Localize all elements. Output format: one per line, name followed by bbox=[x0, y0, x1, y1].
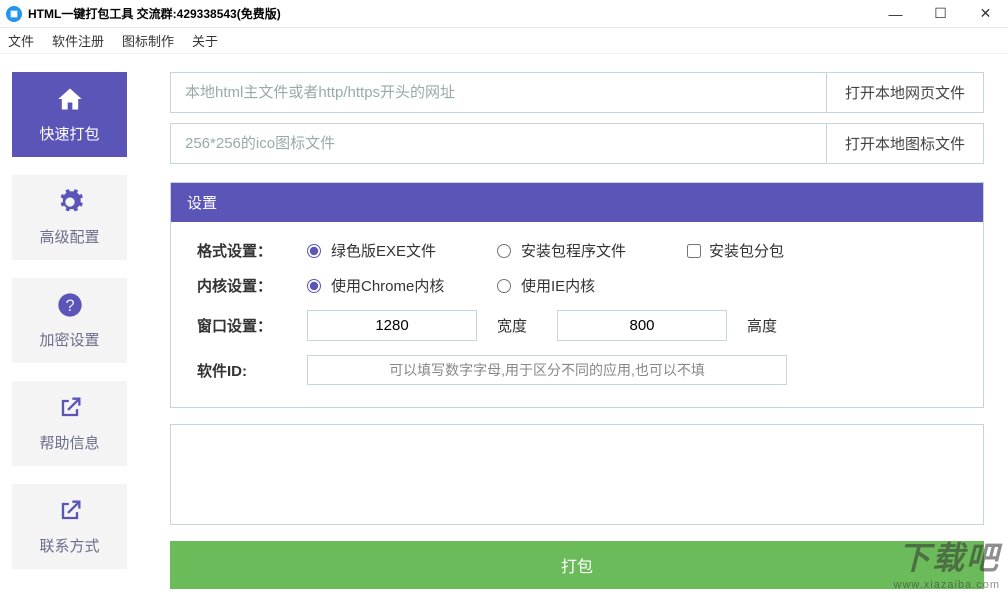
format-label: 格式设置： bbox=[197, 240, 287, 261]
maximize-button[interactable]: ☐ bbox=[918, 0, 963, 27]
sidebar-label-help: 帮助信息 bbox=[39, 432, 99, 453]
home-icon bbox=[56, 85, 84, 113]
id-setting-row: 软件ID: bbox=[197, 355, 957, 385]
sidebar-item-quick-pack[interactable]: 快速打包 bbox=[12, 72, 127, 157]
gear-icon bbox=[56, 188, 84, 216]
html-browse-button[interactable]: 打开本地网页文件 bbox=[826, 73, 983, 112]
html-input-row: 打开本地网页文件 bbox=[170, 72, 984, 113]
ico-path-input[interactable] bbox=[171, 124, 826, 163]
width-text: 宽度 bbox=[497, 315, 537, 336]
pack-button[interactable]: 打包 bbox=[170, 541, 984, 589]
ico-input-row: 打开本地图标文件 bbox=[170, 123, 984, 164]
settings-panel: 设置 格式设置： 绿色版EXE文件 安装包程序文件 安装包分包 内核设置： 使用… bbox=[170, 182, 984, 408]
share-icon bbox=[56, 497, 84, 525]
content-area: 打开本地网页文件 打开本地图标文件 设置 格式设置： 绿色版EXE文件 安装包程… bbox=[140, 54, 1008, 599]
height-text: 高度 bbox=[747, 315, 787, 336]
sidebar: 快速打包 高级配置 ? 加密设置 帮助信息 联系方式 bbox=[0, 54, 140, 599]
format-setting-row: 格式设置： 绿色版EXE文件 安装包程序文件 安装包分包 bbox=[197, 240, 957, 261]
menu-file[interactable]: 文件 bbox=[8, 31, 34, 50]
window-label: 窗口设置： bbox=[197, 315, 287, 336]
sidebar-item-contact[interactable]: 联系方式 bbox=[12, 484, 127, 569]
settings-header: 设置 bbox=[171, 183, 983, 222]
kernel-label: 内核设置： bbox=[197, 275, 287, 296]
sidebar-label-encrypt: 加密设置 bbox=[39, 329, 99, 350]
question-icon: ? bbox=[56, 291, 84, 319]
sidebar-item-help[interactable]: 帮助信息 bbox=[12, 381, 127, 466]
software-id-input[interactable] bbox=[307, 355, 787, 385]
share-icon bbox=[56, 394, 84, 422]
kernel-ie-radio[interactable]: 使用IE内核 bbox=[497, 275, 667, 296]
kernel-setting-row: 内核设置： 使用Chrome内核 使用IE内核 bbox=[197, 275, 957, 296]
svg-text:?: ? bbox=[65, 297, 74, 315]
sidebar-item-advanced[interactable]: 高级配置 bbox=[12, 175, 127, 260]
ico-browse-button[interactable]: 打开本地图标文件 bbox=[826, 124, 983, 163]
window-controls: — ☐ ✕ bbox=[873, 0, 1008, 27]
sidebar-label-quick-pack: 快速打包 bbox=[39, 123, 99, 144]
menu-icon-make[interactable]: 图标制作 bbox=[122, 31, 174, 50]
menubar: 文件 软件注册 图标制作 关于 bbox=[0, 28, 1008, 54]
id-label: 软件ID: bbox=[197, 360, 287, 381]
sidebar-item-encrypt[interactable]: ? 加密设置 bbox=[12, 278, 127, 363]
close-button[interactable]: ✕ bbox=[963, 0, 1008, 27]
kernel-chrome-radio[interactable]: 使用Chrome内核 bbox=[307, 275, 477, 296]
menu-register[interactable]: 软件注册 bbox=[52, 31, 104, 50]
format-installer-radio[interactable]: 安装包程序文件 bbox=[497, 240, 667, 261]
app-icon bbox=[6, 6, 22, 22]
width-input[interactable] bbox=[307, 310, 477, 341]
sidebar-label-contact: 联系方式 bbox=[39, 535, 99, 556]
window-setting-row: 窗口设置： 宽度 高度 bbox=[197, 310, 957, 341]
height-input[interactable] bbox=[557, 310, 727, 341]
titlebar: HTML一键打包工具 交流群:429338543(免费版) — ☐ ✕ bbox=[0, 0, 1008, 28]
format-green-exe-radio[interactable]: 绿色版EXE文件 bbox=[307, 240, 477, 261]
menu-about[interactable]: 关于 bbox=[192, 31, 218, 50]
html-path-input[interactable] bbox=[171, 73, 826, 112]
window-title: HTML一键打包工具 交流群:429338543(免费版) bbox=[28, 5, 873, 22]
sidebar-label-advanced: 高级配置 bbox=[39, 226, 99, 247]
format-split-checkbox[interactable]: 安装包分包 bbox=[687, 240, 784, 261]
minimize-button[interactable]: — bbox=[873, 0, 918, 27]
output-panel bbox=[170, 424, 984, 525]
